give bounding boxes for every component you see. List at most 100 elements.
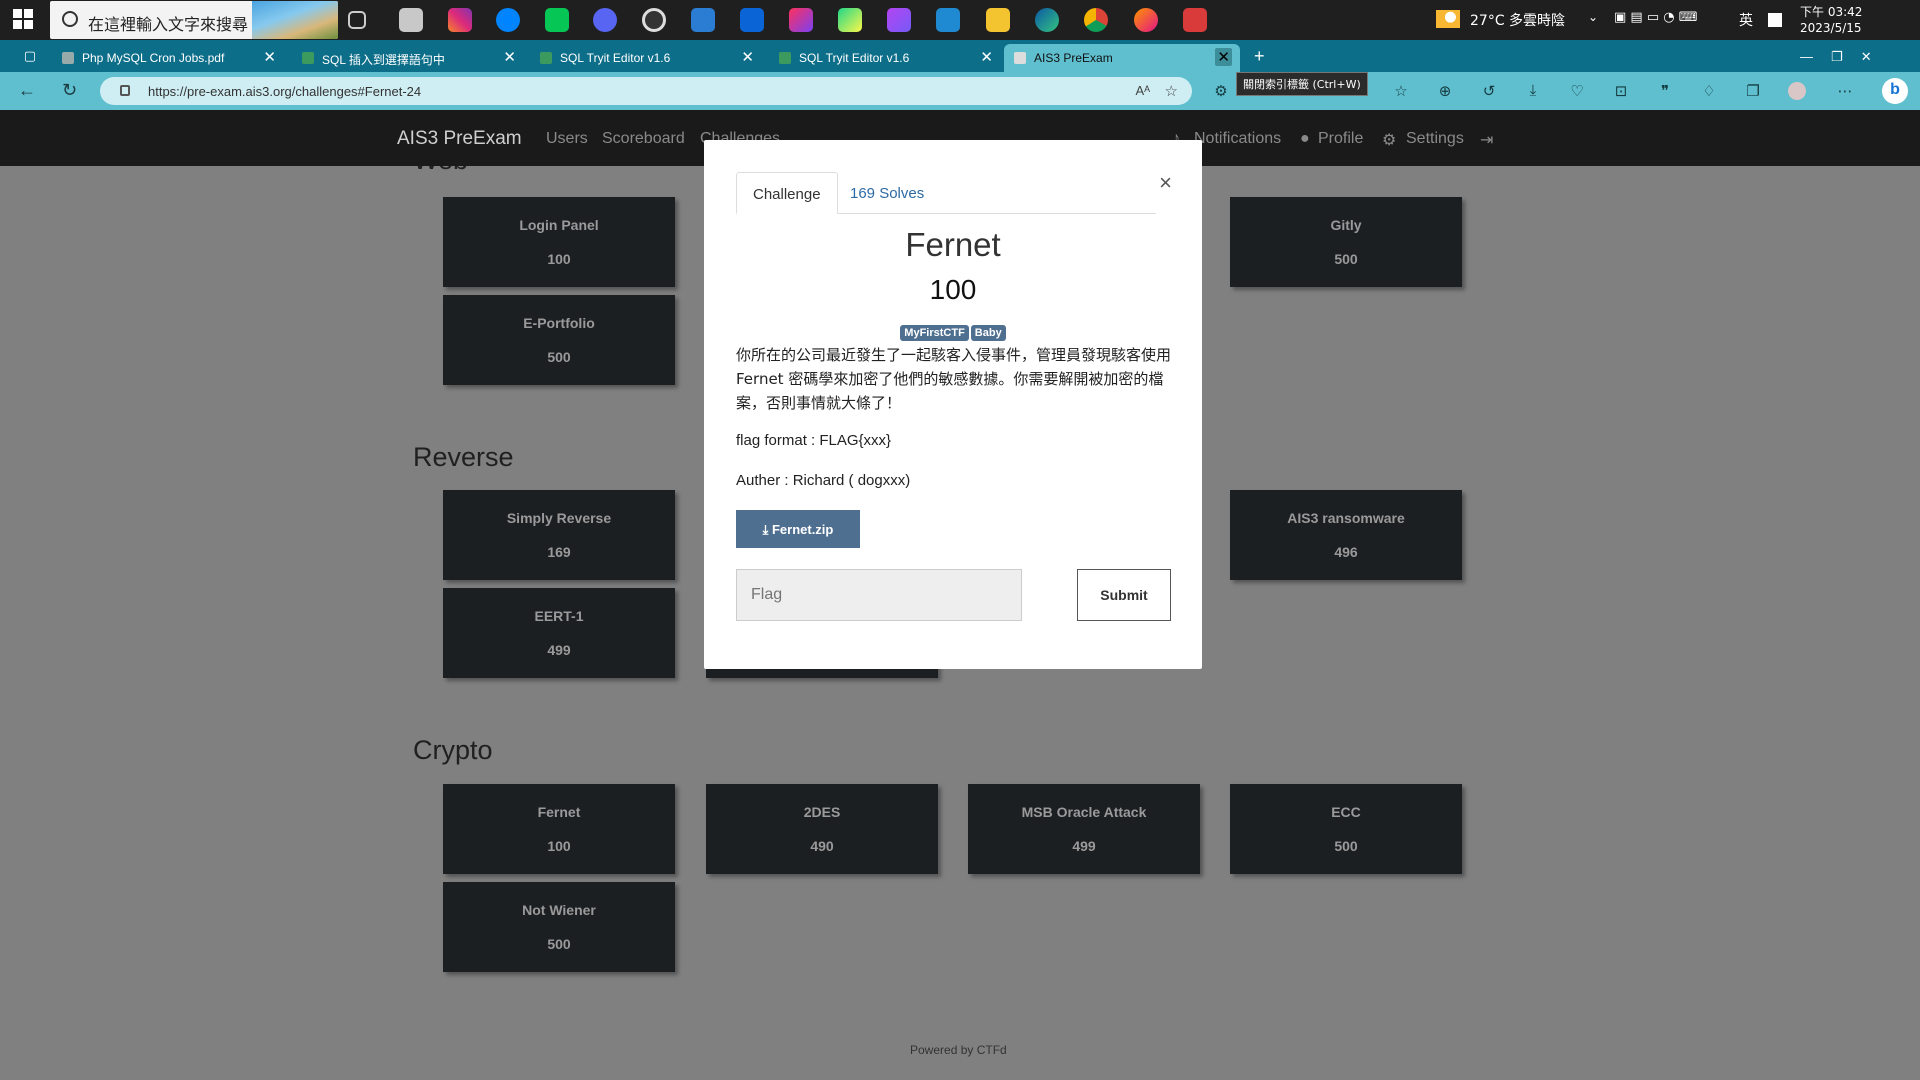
- challenge-card[interactable]: ECC 500: [1230, 784, 1462, 874]
- nav-users[interactable]: Users: [546, 130, 588, 148]
- card-value: 500: [547, 349, 571, 365]
- intellij-icon[interactable]: [789, 8, 813, 32]
- read-aloud-icon[interactable]: Aᴬ: [1135, 83, 1150, 98]
- tab-pdf[interactable]: Php MySQL Cron Jobs.pdf ✕: [52, 44, 284, 72]
- clock-time[interactable]: 下午 03:42: [1800, 3, 1862, 20]
- close-icon[interactable]: ✕: [263, 48, 276, 66]
- card-name: ECC: [1331, 804, 1361, 820]
- challenge-tags: MyFirstCTF Baby: [704, 323, 1202, 341]
- download-button[interactable]: ⤓ Fernet.zip: [736, 510, 860, 548]
- tab-solves[interactable]: 169 Solves: [834, 172, 940, 214]
- search-icon: [62, 11, 78, 27]
- windows-taskbar: 在這裡輸入文字來搜尋 27°C 多雲時陰 ⌄ ▣ ▤ ▭ ◔ ⌨ 英 下午 03…: [0, 0, 1920, 40]
- tray-icons[interactable]: ▣ ▤ ▭ ◔ ⌨: [1614, 10, 1697, 25]
- close-icon[interactable]: ✕: [980, 48, 993, 66]
- todo-icon[interactable]: [691, 8, 715, 32]
- browser-tab-bar: ▢ Php MySQL Cron Jobs.pdf ✕ SQL 插入到選擇語句中…: [0, 40, 1920, 72]
- challenge-card[interactable]: Simply Reverse 169: [443, 490, 675, 580]
- challenge-card[interactable]: AIS3 ransomware 496: [1230, 490, 1462, 580]
- avatar[interactable]: [1788, 82, 1806, 100]
- challenge-card[interactable]: MSB Oracle Attack 499: [968, 784, 1200, 874]
- download-icon[interactable]: ⤓: [1524, 82, 1542, 100]
- window-controls[interactable]: — ❐ ✕: [1796, 44, 1916, 72]
- new-tab-button[interactable]: +: [1250, 44, 1278, 72]
- tab-challenge[interactable]: Challenge: [736, 172, 838, 214]
- instagram-icon[interactable]: [448, 8, 472, 32]
- tab-label: AIS3 PreExam: [1034, 51, 1113, 65]
- gear-icon: ⚙: [1382, 132, 1397, 149]
- lock-icon: [120, 85, 130, 96]
- task-view-icon[interactable]: [348, 11, 366, 29]
- card-name: Not Wiener: [522, 902, 596, 918]
- browser-essentials-icon[interactable]: ♢: [1700, 82, 1718, 100]
- refresh-icon[interactable]: ↻: [62, 80, 77, 101]
- screenshot-icon[interactable]: ⊡: [1612, 82, 1630, 100]
- phpstorm-icon[interactable]: [887, 8, 911, 32]
- input-method-icon[interactable]: [1768, 13, 1782, 27]
- pycharm-icon[interactable]: [838, 8, 862, 32]
- performance-icon[interactable]: ♡: [1568, 82, 1586, 100]
- app-icon[interactable]: [399, 8, 423, 32]
- ime-indicator[interactable]: 英: [1739, 10, 1753, 30]
- vscode-icon[interactable]: [936, 8, 960, 32]
- chevron-up-icon[interactable]: ⌄: [1588, 10, 1598, 24]
- challenge-card[interactable]: Fernet 100: [443, 784, 675, 874]
- app-icon-red[interactable]: [1183, 8, 1207, 32]
- card-value: 500: [547, 936, 571, 952]
- challenge-modal: × Challenge 169 Solves Fernet 100 MyFirs…: [704, 140, 1202, 669]
- site-brand[interactable]: AIS3 PreExam: [397, 128, 522, 150]
- windows-start-icon[interactable]: [12, 8, 36, 32]
- weather-icon: [1436, 10, 1460, 28]
- challenge-card[interactable]: Login Panel 100: [443, 197, 675, 287]
- challenge-author: Auther : Richard ( dogxxx): [736, 472, 911, 489]
- taskbar-search-box[interactable]: 在這裡輸入文字來搜尋: [50, 1, 338, 39]
- tab-ais3-preexam[interactable]: AIS3 PreExam ✕: [1004, 44, 1240, 72]
- more-icon[interactable]: ⋯: [1836, 82, 1854, 100]
- back-icon[interactable]: ←: [18, 80, 36, 101]
- tab-sql-tryit-1[interactable]: SQL Tryit Editor v1.6 ✕: [530, 44, 762, 72]
- clock-date[interactable]: 2023/5/15: [1800, 21, 1862, 35]
- tab-label: Php MySQL Cron Jobs.pdf: [82, 51, 225, 65]
- search-highlight-image: [252, 1, 338, 39]
- tabs-icon[interactable]: ❐: [1744, 82, 1762, 100]
- favorite-add-icon[interactable]: ☆: [1165, 82, 1178, 100]
- firefox-icon[interactable]: [1134, 8, 1158, 32]
- mail-icon[interactable]: [740, 8, 764, 32]
- card-value: 490: [810, 838, 834, 854]
- address-bar[interactable]: https://pre-exam.ais3.org/challenges#Fer…: [100, 77, 1192, 105]
- discord-icon[interactable]: [593, 8, 617, 32]
- card-value: 496: [1334, 544, 1358, 560]
- close-icon[interactable]: ✕: [503, 48, 516, 66]
- submit-button[interactable]: Submit: [1077, 569, 1171, 621]
- tab-sql-insert[interactable]: SQL 插入到選擇語句中 ✕: [292, 44, 524, 72]
- nav-notifications[interactable]: Notifications: [1194, 130, 1281, 148]
- tab-actions-icon[interactable]: ▢: [12, 44, 42, 72]
- file-explorer-icon[interactable]: [986, 8, 1010, 32]
- challenge-card[interactable]: Gitly 500: [1230, 197, 1462, 287]
- chrome-icon[interactable]: [1084, 8, 1108, 32]
- tab-sql-tryit-2[interactable]: SQL Tryit Editor v1.6 ✕: [769, 44, 1001, 72]
- flag-input[interactable]: [736, 569, 1022, 621]
- extension-icon[interactable]: ⚙: [1212, 82, 1230, 100]
- url-text[interactable]: https://pre-exam.ais3.org/challenges#Fer…: [148, 84, 421, 99]
- logout-icon[interactable]: ⇥: [1480, 130, 1493, 150]
- close-icon[interactable]: ×: [1159, 170, 1172, 196]
- challenge-card[interactable]: E-Portfolio 500: [443, 295, 675, 385]
- nav-profile[interactable]: Profile: [1318, 130, 1363, 148]
- challenge-card[interactable]: EERT-1 499: [443, 588, 675, 678]
- history-icon[interactable]: ↺: [1480, 82, 1498, 100]
- messenger-icon[interactable]: [496, 8, 520, 32]
- music-app-icon[interactable]: [642, 8, 666, 32]
- nav-scoreboard[interactable]: Scoreboard: [602, 130, 685, 148]
- nav-settings[interactable]: Settings: [1406, 130, 1464, 148]
- challenge-card[interactable]: Not Wiener 500: [443, 882, 675, 972]
- line-icon[interactable]: [545, 8, 569, 32]
- bing-icon[interactable]: b: [1882, 78, 1908, 104]
- close-icon[interactable]: ✕: [741, 48, 754, 66]
- edge-icon[interactable]: [1035, 8, 1059, 32]
- quote-icon[interactable]: ❞: [1656, 82, 1674, 100]
- challenge-card[interactable]: 2DES 490: [706, 784, 938, 874]
- close-icon[interactable]: ✕: [1215, 48, 1232, 66]
- favorites-icon[interactable]: ☆: [1392, 82, 1410, 100]
- collections-icon[interactable]: ⊕: [1436, 82, 1454, 100]
